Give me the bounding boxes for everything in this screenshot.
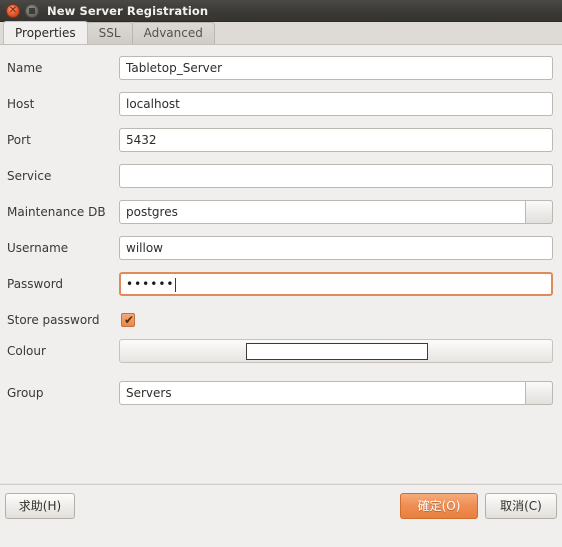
close-icon[interactable]: ✕ (6, 3, 20, 18)
tab-properties[interactable]: Properties (3, 21, 88, 44)
check-icon: ✔ (124, 313, 135, 327)
row-port: Port 5432 (0, 128, 562, 152)
port-input[interactable]: 5432 (119, 128, 553, 152)
name-label: Name (7, 61, 43, 75)
username-label: Username (7, 241, 69, 255)
port-label: Port (7, 133, 31, 147)
properties-panel: Name Tabletop_Server Host localhost Port… (0, 45, 562, 526)
colour-swatch[interactable] (246, 343, 428, 360)
row-colour: Colour (0, 339, 562, 363)
chevron-down-icon[interactable] (525, 200, 553, 224)
group-combo[interactable]: Servers (119, 381, 553, 405)
username-input[interactable]: willow (119, 236, 553, 260)
window-title: New Server Registration (47, 4, 209, 18)
password-label: Password (7, 277, 64, 291)
host-input[interactable]: localhost (119, 92, 553, 116)
name-input[interactable]: Tabletop_Server (119, 56, 553, 80)
ok-button-label: 確定(O) (417, 499, 461, 513)
colour-label: Colour (7, 344, 46, 358)
row-name: Name Tabletop_Server (0, 56, 562, 80)
row-store-password: Store password ✔ (0, 308, 562, 332)
text-caret (175, 278, 177, 292)
port-value: 5432 (126, 133, 157, 147)
help-button[interactable]: 求助(H) (5, 493, 75, 519)
store-password-checkbox[interactable]: ✔ (121, 313, 135, 327)
tab-ssl-label: SSL (98, 26, 121, 40)
password-value: •••••• (126, 277, 175, 291)
maintenance-db-label: Maintenance DB (7, 205, 106, 219)
host-label: Host (7, 97, 35, 111)
tab-bar: Properties SSL Advanced (0, 21, 562, 45)
tab-ssl[interactable]: SSL (86, 22, 133, 44)
maximize-glyph (29, 7, 35, 14)
close-glyph: ✕ (8, 4, 18, 16)
name-value: Tabletop_Server (126, 61, 223, 75)
cancel-button-label: 取消(C) (500, 499, 542, 513)
password-input[interactable]: •••••• (119, 272, 553, 296)
service-input[interactable] (119, 164, 553, 188)
service-label: Service (7, 169, 52, 183)
ok-button[interactable]: 確定(O) (400, 493, 478, 519)
colour-picker[interactable] (119, 339, 553, 363)
group-value: Servers (126, 386, 172, 400)
maximize-icon[interactable] (25, 3, 39, 18)
row-group: Group Servers (0, 381, 562, 405)
chevron-down-icon[interactable] (525, 381, 553, 405)
maintenance-db-value: postgres (126, 205, 178, 219)
new-server-registration-dialog: ✕ New Server Registration Properties SSL… (0, 0, 562, 547)
dialog-button-bar: 求助(H) 確定(O) 取消(C) (0, 485, 562, 526)
titlebar: ✕ New Server Registration (0, 0, 562, 22)
help-button-label: 求助(H) (18, 499, 62, 513)
maintenance-db-combo[interactable]: postgres (119, 200, 553, 224)
cancel-button[interactable]: 取消(C) (485, 493, 557, 519)
tab-advanced[interactable]: Advanced (131, 22, 215, 44)
store-password-label: Store password (7, 313, 100, 327)
tab-advanced-label: Advanced (143, 26, 203, 40)
host-value: localhost (126, 97, 180, 111)
group-label: Group (7, 386, 44, 400)
row-maintenance-db: Maintenance DB postgres (0, 200, 562, 224)
row-password: Password •••••• (0, 272, 562, 296)
tab-properties-label: Properties (15, 26, 76, 40)
row-username: Username willow (0, 236, 562, 260)
username-value: willow (126, 241, 163, 255)
row-host: Host localhost (0, 92, 562, 116)
row-service: Service (0, 164, 562, 188)
